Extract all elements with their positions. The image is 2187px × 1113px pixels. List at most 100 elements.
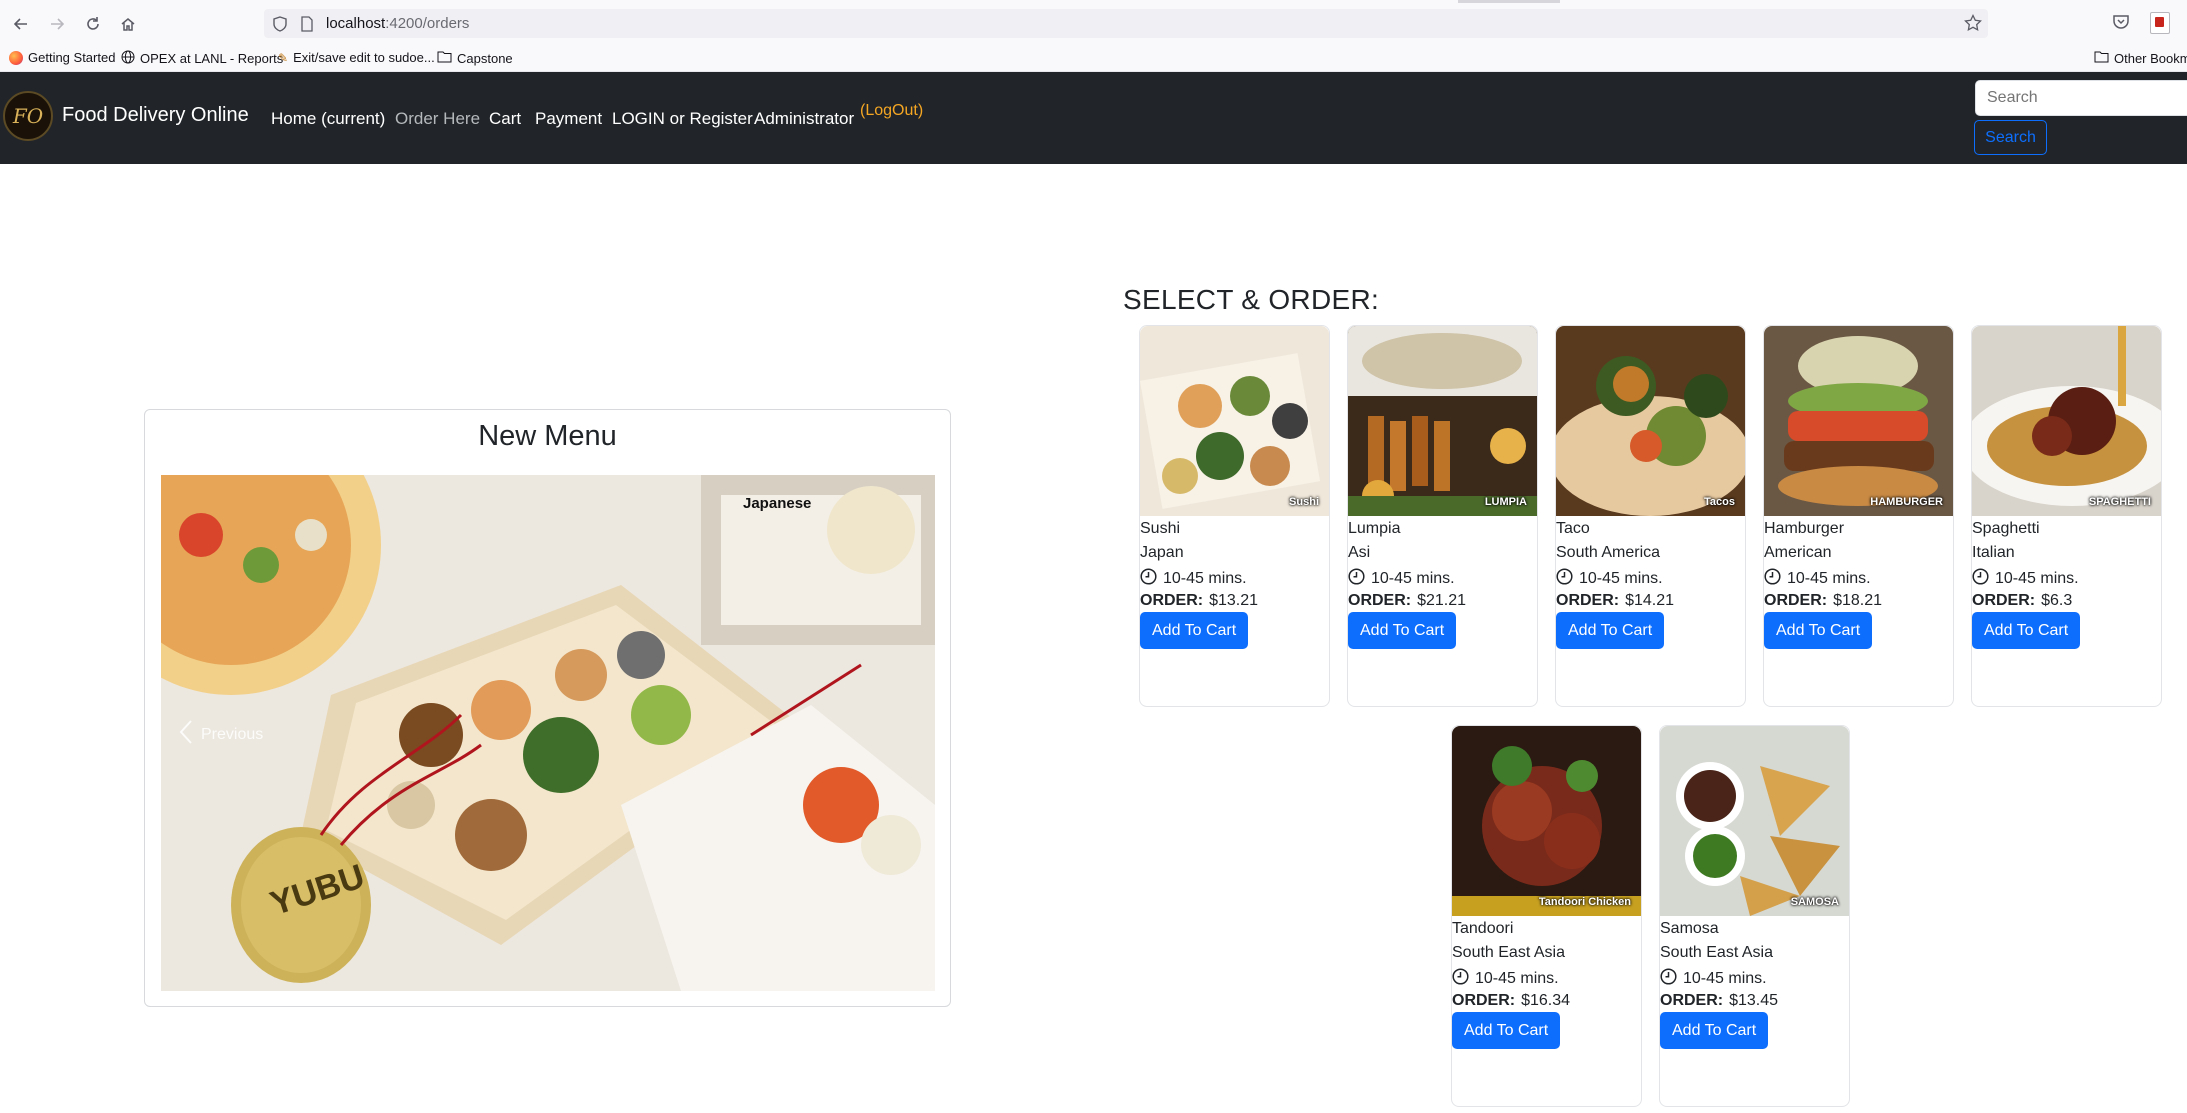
- select-order-title: SELECT & ORDER:: [1123, 284, 1380, 315]
- order-label: ORDER:: [1556, 592, 1620, 609]
- price-value: $21.21: [1417, 592, 1467, 609]
- tab-indicator: [1458, 0, 1560, 3]
- time-label: 10-45 mins.: [1683, 970, 1767, 987]
- menu-carousel: YUBU Japanese Previous: [161, 475, 935, 991]
- back-icon[interactable]: [7, 10, 35, 38]
- nav-logout[interactable]: (LogOut): [860, 102, 923, 120]
- product-card-samosa: SAMOSA Samosa South East Asia 10-45 mins…: [1659, 725, 1850, 1107]
- add-to-cart-button[interactable]: Add To Cart: [1972, 612, 2081, 649]
- nav-order-here[interactable]: Order Here: [395, 109, 480, 129]
- folder-icon: [437, 50, 452, 66]
- nav-payment[interactable]: Payment: [535, 109, 602, 129]
- chevron-left-icon: [179, 719, 193, 750]
- price-value: $13.45: [1729, 992, 1779, 1009]
- clock-icon: [1556, 568, 1573, 590]
- image-caption: HAMBURGER: [1870, 496, 1943, 508]
- sushi-image: Sushi: [1140, 326, 1329, 516]
- taco-image: Tacos: [1556, 326, 1745, 516]
- address-bar[interactable]: localhost:4200/orders: [264, 9, 1988, 38]
- image-caption: SPAGHETTI: [2088, 496, 2151, 508]
- delivery-time: 10-45 mins.: [1140, 568, 1247, 590]
- brand-name[interactable]: Food Delivery Online: [62, 104, 249, 127]
- nav-login-register[interactable]: LOGIN or Register: [612, 109, 753, 129]
- carousel-previous-button[interactable]: Previous: [179, 719, 263, 750]
- add-to-cart-button[interactable]: Add To Cart: [1140, 612, 1249, 649]
- product-card-taco: Tacos Taco South America 10-45 mins. ORD…: [1555, 325, 1746, 707]
- pdf-extension-icon[interactable]: [2150, 12, 2170, 34]
- firefox-icon: [9, 50, 23, 65]
- product-name: Spaghetti: [1972, 520, 2040, 537]
- product-price: ORDER: $13.45: [1660, 992, 1778, 1010]
- samosa-image: SAMOSA: [1660, 726, 1849, 916]
- delivery-time: 10-45 mins.: [1556, 568, 1663, 590]
- search-button[interactable]: Search: [1974, 120, 2047, 155]
- hamburger-image: HAMBURGER: [1764, 326, 1953, 516]
- clock-icon: [1452, 968, 1469, 990]
- product-name: Taco: [1556, 520, 1590, 537]
- slide-caption: Japanese: [743, 495, 812, 512]
- product-origin: South East Asia: [1452, 944, 1565, 961]
- product-origin: American: [1764, 544, 1832, 561]
- bookmark-label: Exit/save edit to sudoe...: [293, 50, 435, 65]
- lumpia-image: LUMPIA: [1348, 326, 1537, 516]
- previous-label: Previous: [201, 725, 264, 743]
- image-caption: Tandoori Chicken: [1538, 896, 1631, 908]
- folder-icon: [2094, 50, 2109, 66]
- time-label: 10-45 mins.: [1371, 570, 1455, 587]
- image-caption: Tacos: [1704, 496, 1735, 508]
- app-navbar: FO Food Delivery Online Home (current) O…: [0, 72, 2187, 164]
- pocket-icon[interactable]: [2112, 13, 2130, 36]
- shield-icon[interactable]: [272, 16, 288, 37]
- product-price: ORDER: $16.34: [1452, 992, 1570, 1010]
- clock-icon: [1660, 968, 1677, 990]
- product-price: ORDER: $13.21: [1140, 592, 1258, 610]
- price-value: $6.3: [2041, 592, 2073, 609]
- page-icon: [300, 16, 314, 37]
- nav-cart[interactable]: Cart: [489, 109, 521, 129]
- order-label: ORDER:: [1972, 592, 2036, 609]
- bookmark-opex[interactable]: OPEX at LANL - Reports: [121, 50, 283, 67]
- nav-administrator[interactable]: Administrator: [754, 109, 854, 129]
- clock-icon: [1972, 568, 1989, 590]
- add-to-cart-button[interactable]: Add To Cart: [1452, 1012, 1561, 1049]
- add-to-cart-button[interactable]: Add To Cart: [1764, 612, 1873, 649]
- price-value: $18.21: [1833, 592, 1883, 609]
- nav-home[interactable]: Home (current): [271, 109, 385, 129]
- bookmarks-bar: Getting Started OPEX at LANL - Reports ✎…: [0, 47, 2187, 72]
- bookmark-label: OPEX at LANL - Reports: [140, 51, 284, 66]
- spaghetti-image: SPAGHETTI: [1972, 326, 2161, 516]
- add-to-cart-button[interactable]: Add To Cart: [1348, 612, 1457, 649]
- product-card-tandoori: Tandoori Chicken Tandoori South East Asi…: [1451, 725, 1642, 1107]
- brand-logo[interactable]: FO: [3, 91, 53, 141]
- edit-icon: ✎: [278, 50, 289, 65]
- order-label: ORDER:: [1140, 592, 1204, 609]
- bookmark-star-icon[interactable]: [1964, 13, 1982, 37]
- order-label: ORDER:: [1348, 592, 1412, 609]
- delivery-time: 10-45 mins.: [1348, 568, 1455, 590]
- price-value: $14.21: [1625, 592, 1675, 609]
- product-name: Tandoori: [1452, 920, 1514, 937]
- product-price: ORDER: $14.21: [1556, 592, 1674, 610]
- url-text[interactable]: localhost:4200/orders: [326, 15, 469, 32]
- product-card-hamburger: HAMBURGER Hamburger American 10-45 mins.…: [1763, 325, 1954, 707]
- product-price: ORDER: $6.3: [1972, 592, 2072, 610]
- bento-box-image: YUBU: [161, 475, 935, 991]
- bookmark-getting-started[interactable]: Getting Started: [9, 50, 115, 65]
- product-price: ORDER: $18.21: [1764, 592, 1882, 610]
- add-to-cart-button[interactable]: Add To Cart: [1556, 612, 1665, 649]
- product-origin: Asi: [1348, 544, 1371, 561]
- image-caption: SAMOSA: [1790, 896, 1839, 908]
- bookmark-capstone[interactable]: Capstone: [437, 50, 513, 66]
- bookmark-other[interactable]: Other Bookmarks: [2094, 50, 2187, 66]
- image-caption: Sushi: [1289, 496, 1319, 508]
- reload-icon[interactable]: [79, 10, 107, 38]
- add-to-cart-button[interactable]: Add To Cart: [1660, 1012, 1769, 1049]
- home-icon[interactable]: [114, 10, 142, 38]
- image-caption: LUMPIA: [1484, 496, 1527, 508]
- forward-icon[interactable]: [43, 10, 71, 38]
- product-card-sushi: Sushi Sushi Japan 10-45 mins. ORDER: $13.…: [1139, 325, 1330, 707]
- delivery-time: 10-45 mins.: [1764, 568, 1871, 590]
- product-name: Samosa: [1660, 920, 1719, 937]
- search-input[interactable]: [1975, 80, 2187, 116]
- bookmark-exit-save[interactable]: ✎ Exit/save edit to sudoe...: [278, 50, 435, 65]
